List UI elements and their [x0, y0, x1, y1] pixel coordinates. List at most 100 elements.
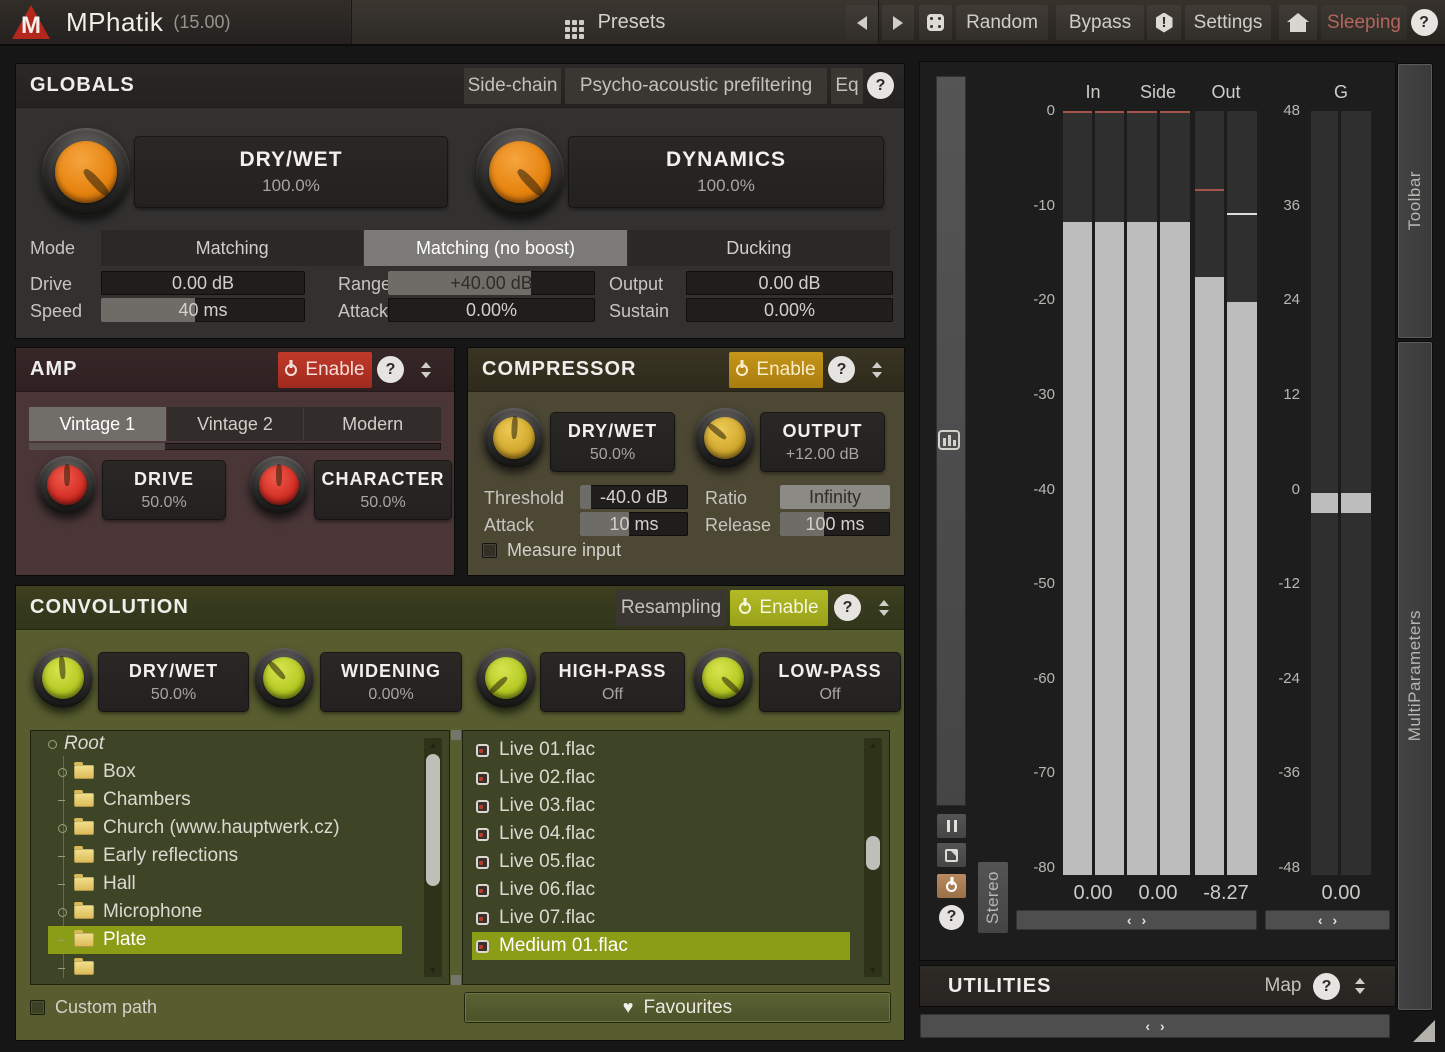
home-button[interactable]: [1279, 5, 1317, 40]
tree-node-icon[interactable]: [58, 884, 74, 885]
resampling-button[interactable]: Resampling: [616, 590, 726, 626]
scroll-down-icon[interactable]: ▼: [864, 965, 882, 975]
compressor-dry-wet-plate[interactable]: DRY/WET 50.0%: [550, 412, 675, 472]
presets-button[interactable]: Presets: [351, 0, 879, 44]
meter-power-button[interactable]: [937, 874, 966, 898]
range-field[interactable]: +40.00 dB: [388, 271, 595, 295]
file-scroll-thumb[interactable]: [866, 836, 880, 870]
measure-input-checkbox[interactable]: Measure input: [482, 540, 621, 561]
alert-button[interactable]: !: [1147, 5, 1181, 40]
file-item[interactable]: Live 02.flac: [472, 764, 850, 792]
conv-dry-wet-knob[interactable]: [33, 648, 93, 708]
mode-ducking[interactable]: Ducking: [627, 230, 890, 266]
low-pass-plate[interactable]: LOW-PASS Off: [759, 652, 901, 712]
favourites-button[interactable]: ♥ Favourites: [465, 993, 890, 1022]
tree-item[interactable]: [48, 954, 402, 982]
eq-button[interactable]: Eq: [831, 68, 863, 104]
settings-button[interactable]: Settings: [1185, 5, 1271, 40]
tree-node-icon[interactable]: [58, 768, 74, 777]
meter-help-button[interactable]: ?: [937, 904, 966, 930]
tree-item[interactable]: Microphone: [48, 898, 402, 926]
tree-scroll-thumb[interactable]: [426, 754, 440, 886]
mode-matching[interactable]: Matching: [101, 230, 364, 266]
compressor-collapse-button[interactable]: [865, 354, 889, 386]
file-item[interactable]: Live 03.flac: [472, 792, 850, 820]
dry-wet-knob[interactable]: [42, 128, 130, 216]
next-preset-button[interactable]: [882, 5, 914, 40]
amp-help-button[interactable]: ?: [377, 356, 404, 383]
random-button[interactable]: Random: [956, 5, 1048, 40]
file-item[interactable]: Live 05.flac: [472, 848, 850, 876]
high-pass-knob[interactable]: [476, 648, 536, 708]
bypass-button[interactable]: Bypass: [1056, 5, 1144, 40]
tab-modern[interactable]: Modern: [304, 407, 442, 441]
file-item[interactable]: Live 04.flac: [472, 820, 850, 848]
output-field[interactable]: 0.00 dB: [686, 271, 893, 295]
tree-root-item[interactable]: Root: [48, 730, 402, 758]
amp-character-plate[interactable]: CHARACTER 50.0%: [314, 460, 452, 520]
convolution-help-button[interactable]: ?: [834, 594, 861, 621]
release-field[interactable]: 100 ms: [780, 512, 890, 536]
side-chain-button[interactable]: Side-chain: [464, 68, 561, 104]
compressor-dry-wet-knob[interactable]: [484, 408, 544, 468]
tree-item[interactable]: Early reflections: [48, 842, 402, 870]
convolution-enable-button[interactable]: Enable: [730, 590, 828, 626]
utilities-scrollbar[interactable]: ‹ ›: [920, 1014, 1390, 1038]
compressor-output-knob[interactable]: [695, 408, 755, 468]
comp-attack-field[interactable]: 10 ms: [580, 512, 688, 536]
utilities-help-button[interactable]: ?: [1313, 973, 1340, 1000]
conv-dry-wet-plate[interactable]: DRY/WET 50.0%: [98, 652, 249, 712]
file-item[interactable]: Live 06.flac: [472, 876, 850, 904]
utilities-collapse-button[interactable]: [1348, 970, 1372, 1002]
melda-logo-icon[interactable]: M: [10, 4, 52, 40]
dynamics-knob[interactable]: [476, 128, 564, 216]
speed-field[interactable]: 40 ms: [101, 298, 305, 322]
low-pass-knob[interactable]: [693, 648, 753, 708]
file-scrollbar[interactable]: ▲ ▼: [864, 738, 882, 977]
amp-collapse-button[interactable]: [414, 354, 438, 386]
toolbar-collapsed-panel[interactable]: Toolbar: [1398, 64, 1432, 338]
dry-wet-plate[interactable]: DRY/WET 100.0%: [134, 136, 448, 208]
tree-item[interactable]: Chambers: [48, 786, 402, 814]
sleeping-button[interactable]: Sleeping: [1321, 5, 1407, 40]
pause-button[interactable]: [937, 814, 966, 838]
scroll-up-icon[interactable]: ▲: [424, 740, 442, 750]
gain-range-scrollbar[interactable]: ‹ ›: [1265, 910, 1390, 930]
high-pass-plate[interactable]: HIGH-PASS Off: [540, 652, 685, 712]
ratio-field[interactable]: Infinity: [780, 485, 890, 509]
randomize-dice-button[interactable]: [919, 5, 952, 40]
tree-node-icon[interactable]: [58, 968, 74, 969]
multiparameters-collapsed-panel[interactable]: MultiParameters: [1398, 342, 1432, 1010]
meter-range-scrollbar[interactable]: ‹ ›: [1016, 910, 1257, 930]
convolution-collapse-button[interactable]: [872, 592, 896, 624]
custom-path-checkbox[interactable]: Custom path: [30, 997, 157, 1018]
tree-node-icon[interactable]: [58, 856, 74, 857]
psycho-acoustic-prefiltering-button[interactable]: Psycho-acoustic prefiltering: [565, 68, 827, 104]
attack-field[interactable]: 0.00%: [388, 298, 595, 322]
threshold-field[interactable]: -40.0 dB: [580, 485, 688, 509]
amp-slider[interactable]: [29, 443, 441, 450]
dynamics-plate[interactable]: DYNAMICS 100.0%: [568, 136, 884, 208]
amp-enable-button[interactable]: Enable: [278, 352, 372, 388]
tree-scrollbar[interactable]: ▲ ▼: [424, 738, 442, 977]
globals-help-button[interactable]: ?: [867, 72, 894, 99]
file-item[interactable]: Live 01.flac: [472, 736, 850, 764]
file-item[interactable]: Medium 01.flac: [472, 932, 850, 960]
compressor-output-plate[interactable]: OUTPUT +12.00 dB: [760, 412, 885, 472]
previous-preset-button[interactable]: [846, 5, 878, 40]
list-splitter-handle[interactable]: [451, 975, 461, 985]
mode-matching-no-boost[interactable]: Matching (no boost): [364, 230, 627, 266]
stereo-mode-button[interactable]: Stereo: [978, 862, 1008, 933]
amp-drive-knob[interactable]: [38, 456, 96, 514]
tab-vintage-2[interactable]: Vintage 2: [166, 407, 304, 441]
amp-character-knob[interactable]: [250, 456, 308, 514]
list-splitter-handle[interactable]: [451, 730, 461, 740]
map-button[interactable]: Map: [1258, 969, 1308, 1003]
tab-vintage-1[interactable]: Vintage 1: [29, 407, 166, 441]
file-item[interactable]: Live 07.flac: [472, 904, 850, 932]
sustain-field[interactable]: 0.00%: [686, 298, 893, 322]
scroll-up-icon[interactable]: ▲: [864, 740, 882, 750]
tree-node-icon[interactable]: [58, 940, 74, 941]
bar-graph-icon[interactable]: [938, 430, 960, 450]
scroll-down-icon[interactable]: ▼: [424, 965, 442, 975]
